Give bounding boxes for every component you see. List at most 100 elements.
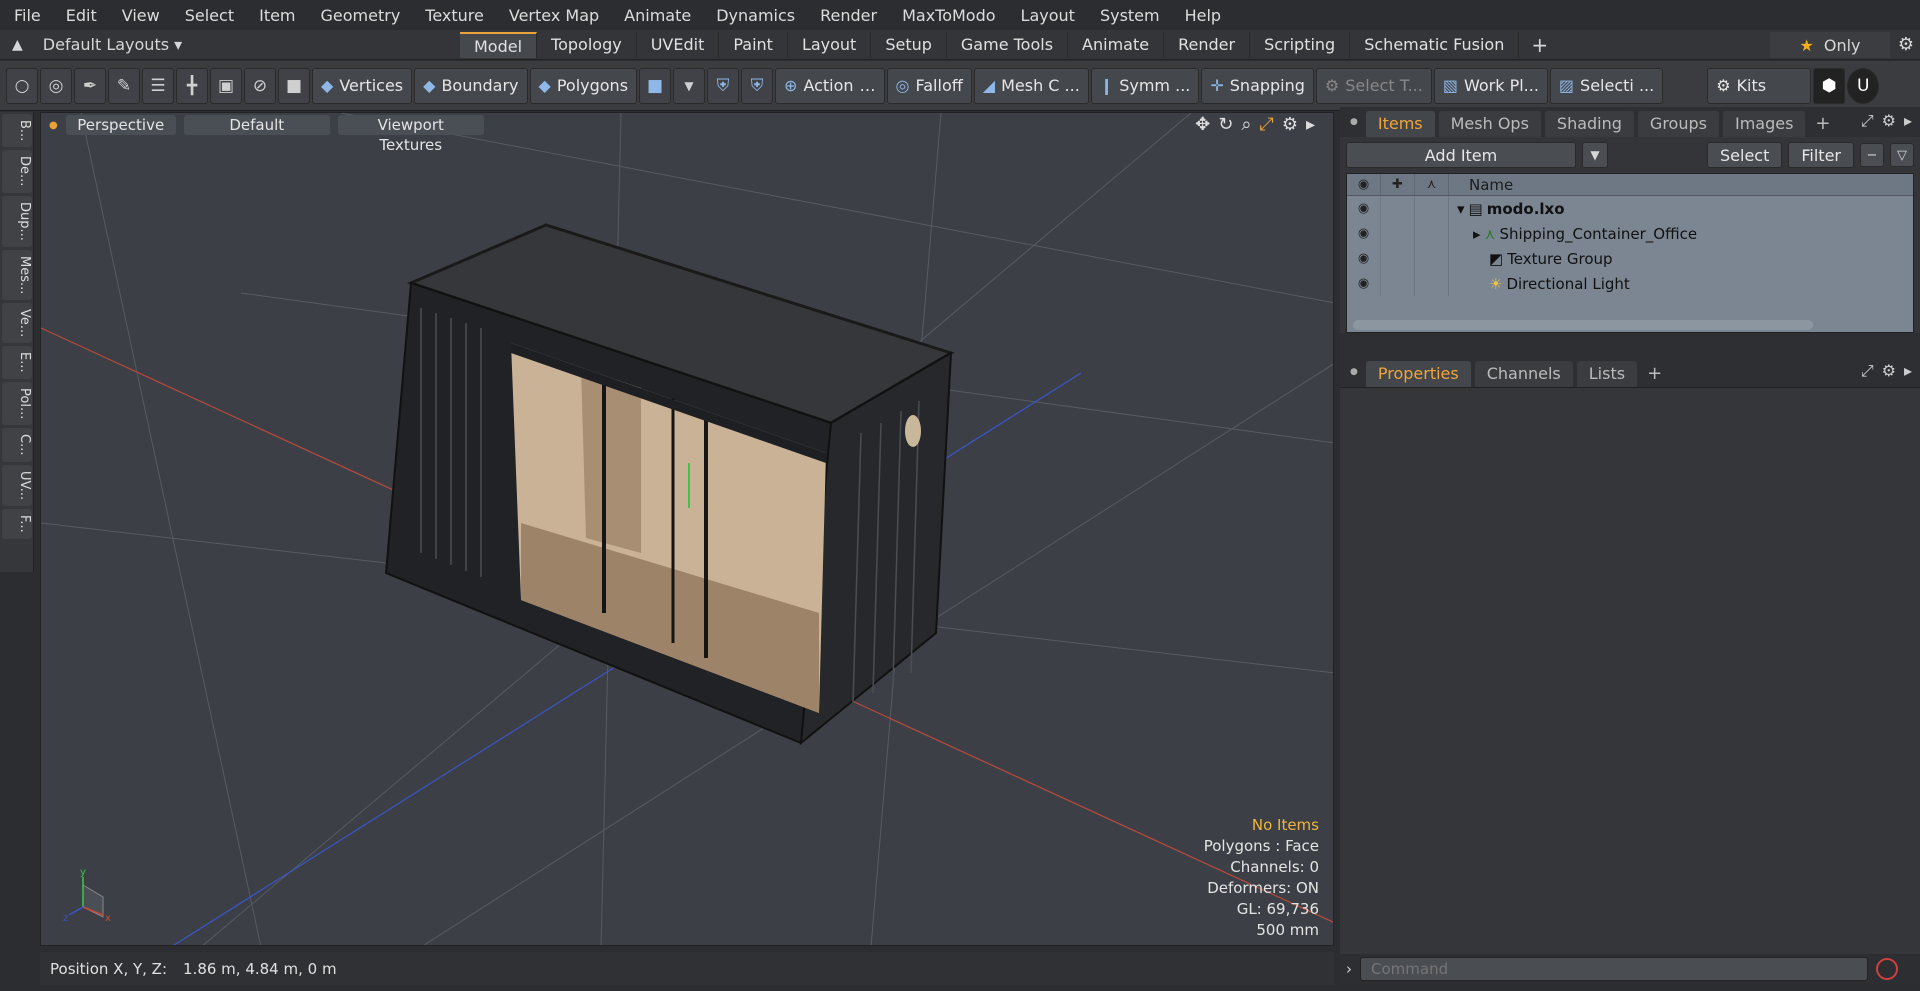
action-button[interactable]: ⊕ Action… [775,67,885,104]
list-item[interactable]: ◉ ◩ Texture Group [1347,246,1913,271]
pen-icon[interactable]: ✒ [74,67,106,104]
sidebar-tab-basic[interactable]: B... [2,114,32,148]
expand-icon[interactable]: ⤢ [1861,111,1874,131]
sidebar-tab-edge[interactable]: E... [2,346,32,379]
menu-item[interactable]: Item [245,6,306,25]
unity-icon[interactable]: ⬢ [1813,67,1846,104]
tab-properties[interactable]: Properties [1365,361,1471,387]
panel-play-icon[interactable]: ▸ [1904,111,1912,131]
add-tab-icon[interactable]: + [1519,33,1560,57]
vertices-button[interactable]: ◆ Vertices [312,67,413,104]
list-item[interactable]: ◉ ☀ Directional Light [1347,271,1913,296]
collapse-arrow-icon[interactable]: ▲ [12,37,23,53]
tab-scripting[interactable]: Scripting [1250,31,1351,58]
select-circle-icon[interactable]: ○ [6,67,38,104]
tab-topology[interactable]: Topology [537,31,637,58]
sidebar-tab-polygon[interactable]: Pol... [2,381,32,426]
sidebar-tab-vertex[interactable]: Ve... [2,303,32,344]
menu-select[interactable]: Select [171,6,245,25]
tab-channels[interactable]: Channels [1474,361,1573,387]
boundary-button[interactable]: ◆ Boundary [414,67,528,104]
expand-right-icon[interactable]: ▸ [1473,225,1481,243]
menu-vertex-map[interactable]: Vertex Map [495,6,610,25]
view-type-button[interactable]: Perspective [65,115,176,135]
add-panel-tab-icon[interactable]: + [1809,111,1836,137]
kits-button[interactable]: ⚙ Kits [1707,67,1812,104]
filter-button[interactable]: Filter [1788,142,1854,168]
item-mode-icon[interactable]: ■ [278,67,310,104]
tab-setup[interactable]: Setup [871,31,947,58]
select-through-button[interactable]: ⚙ Select T... [1315,67,1432,104]
symmetry-button[interactable]: ❙ Symm ... [1090,67,1200,104]
menu-system[interactable]: System [1086,6,1171,25]
tab-layout[interactable]: Layout [788,31,872,58]
tab-lists[interactable]: Lists [1576,361,1638,387]
globe-icon[interactable]: ◎ [40,67,72,104]
chevron-down-icon[interactable]: ▼ [673,67,706,104]
panel-gear-icon[interactable]: ⚙ [1882,111,1896,131]
tab-groups[interactable]: Groups [1637,111,1719,137]
tab-render[interactable]: Render [1164,31,1251,58]
tab-mesh-ops[interactable]: Mesh Ops [1438,111,1541,137]
eye-icon[interactable]: ◉ [1347,196,1381,221]
play-icon[interactable]: ▸ [1306,114,1315,135]
gear-icon[interactable]: ⚙ [1898,34,1914,55]
shading-mode-button[interactable]: Default [183,115,330,135]
eye-icon[interactable]: ◉ [1347,271,1381,296]
eye-icon[interactable]: ◉ [1347,221,1381,246]
maximize-icon[interactable]: ⤢ [1259,114,1273,135]
eye-icon[interactable]: ◉ [1347,246,1381,271]
tab-items[interactable]: Items [1365,111,1435,137]
menu-file[interactable]: File [0,6,52,25]
item-list-scrollbar[interactable] [1353,320,1813,330]
unreal-icon[interactable]: U [1847,67,1880,104]
lock-column-icon[interactable]: ✚ [1381,174,1415,195]
funnel-icon[interactable]: ▽ [1890,143,1914,167]
tab-animate[interactable]: Animate [1068,31,1165,58]
tab-paint[interactable]: Paint [719,31,788,58]
frame-icon[interactable]: ▣ [210,67,242,104]
props-play-icon[interactable]: ▸ [1904,361,1912,381]
tab-schematic-fusion[interactable]: Schematic Fusion [1350,31,1520,58]
brush-icon[interactable]: ✎ [108,67,140,104]
sidebar-tab-duplicate[interactable]: Dup... [2,195,32,247]
grid-icon[interactable]: ╋ [176,67,208,104]
falloff-button[interactable]: ◎ Falloff [886,67,972,104]
props-expand-icon[interactable]: ⤢ [1861,361,1874,381]
record-icon[interactable] [1876,958,1898,980]
menu-dynamics[interactable]: Dynamics [702,6,806,25]
axis-column-icon[interactable]: ⋏ [1415,174,1449,195]
work-plane-button[interactable]: ▧ Work Pl... [1433,67,1548,104]
layout-selector[interactable]: Default Layouts ▾ [43,35,182,54]
visibility-column-icon[interactable]: ◉ [1347,174,1381,195]
menu-view[interactable]: View [108,6,171,25]
tab-images[interactable]: Images [1722,111,1806,137]
name-column-header[interactable]: Name [1449,176,1513,194]
menu-render[interactable]: Render [806,6,888,25]
sidebar-tab-deform[interactable]: De... [2,150,32,193]
menu-texture[interactable]: Texture [411,6,495,25]
sidebar-tab-mesh-edit[interactable]: Mes... [2,249,32,301]
pan-icon[interactable]: ✥ [1195,114,1210,135]
command-input[interactable] [1360,957,1868,981]
add-item-button[interactable]: Add Item [1346,142,1576,168]
sidebar-tab-curve[interactable]: C... [2,428,32,462]
menu-animate[interactable]: Animate [610,6,702,25]
menu-layout[interactable]: Layout [1007,6,1086,25]
add-props-tab-icon[interactable]: + [1641,361,1668,387]
sidebar-tab-fusion[interactable]: F... [2,508,32,539]
menu-geometry[interactable]: Geometry [307,6,412,25]
viewport-textures-button[interactable]: Viewport Textures [337,115,484,154]
shield-alt-icon[interactable]: ⛨ [741,67,774,104]
tab-model[interactable]: Model [460,31,538,58]
bridge-icon[interactable]: ☰ [142,67,174,104]
tab-game-tools[interactable]: Game Tools [947,31,1069,58]
shield-icon[interactable]: ⛨ [707,67,740,104]
circle-slash-icon[interactable]: ⊘ [244,67,276,104]
zoom-icon[interactable]: ⌕ [1241,114,1251,135]
list-item[interactable]: ◉ ▾ ▤ modo.lxo [1347,196,1913,221]
list-item[interactable]: ◉ ▸ ⋏ Shipping_Container_Office [1347,221,1913,246]
tab-shading[interactable]: Shading [1544,111,1634,137]
sidebar-tab-uv[interactable]: UV... [2,464,32,506]
3d-viewport[interactable]: ● Perspective Default Viewport Textures … [40,112,1334,946]
